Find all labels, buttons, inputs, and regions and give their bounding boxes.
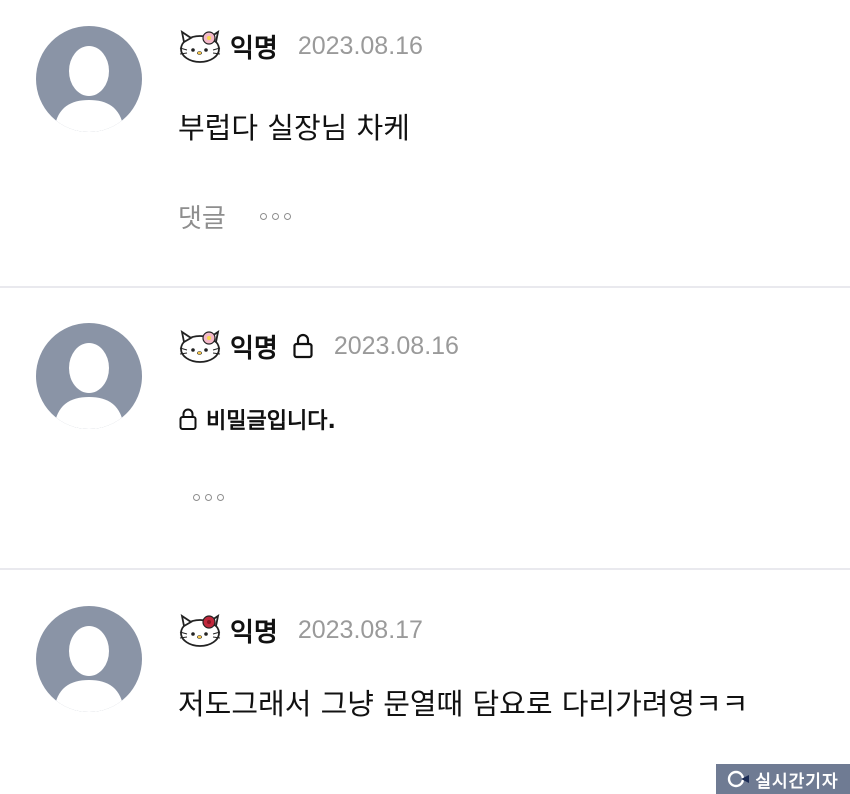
avatar[interactable] xyxy=(36,606,142,712)
comment-date: 2023.08.16 xyxy=(297,31,423,60)
comment-item: 익명 2023.08.16 비밀글입니다. xyxy=(0,288,850,568)
more-options-icon[interactable] xyxy=(259,212,291,220)
more-options-icon[interactable] xyxy=(193,493,224,501)
comment-item: 익명 2023.08.16 부럽다 실장님 차케 댓글 xyxy=(0,0,850,286)
author-name: 익명 xyxy=(230,333,278,364)
hello-kitty-badge-icon xyxy=(179,30,221,63)
author-name: 익명 xyxy=(230,33,278,64)
avatar-placeholder-icon xyxy=(36,323,142,429)
reporter-logo-icon xyxy=(728,770,750,788)
comment-date: 2023.08.17 xyxy=(297,615,423,644)
comment-actions: 댓글 xyxy=(178,196,291,236)
avatar-placeholder-icon xyxy=(36,26,142,132)
comment-header: 익명 2023.08.16 xyxy=(178,326,459,366)
watermark-badge: 실시간기자 xyxy=(716,764,850,794)
hello-kitty-badge-icon xyxy=(179,330,221,363)
avatar[interactable] xyxy=(36,26,142,132)
hello-kitty-badge-icon xyxy=(179,614,221,647)
reply-button[interactable]: 댓글 xyxy=(178,198,226,235)
avatar[interactable] xyxy=(36,323,142,429)
comment-text: 저도그래서 그냥 문열때 담요로 다리가려영ㅋㅋ xyxy=(178,687,749,721)
avatar-placeholder-icon xyxy=(36,606,142,712)
secret-text: 비밀글입니다. xyxy=(206,409,336,434)
comment-header: 익명 2023.08.16 xyxy=(178,26,423,66)
author-name: 익명 xyxy=(230,617,278,648)
secret-comment-notice: 비밀글입니다. xyxy=(178,402,336,436)
lock-icon xyxy=(179,408,197,430)
comment-actions xyxy=(193,482,224,512)
comment-date: 2023.08.16 xyxy=(333,331,459,360)
comment-item: 익명 2023.08.17 저도그래서 그냥 문열때 담요로 다리가려영ㅋㅋ xyxy=(0,570,850,794)
comment-text: 부럽다 실장님 차케 xyxy=(178,111,410,145)
comment-header: 익명 2023.08.17 xyxy=(178,610,423,650)
watermark-text: 실시간기자 xyxy=(755,771,839,792)
lock-icon xyxy=(293,333,313,359)
